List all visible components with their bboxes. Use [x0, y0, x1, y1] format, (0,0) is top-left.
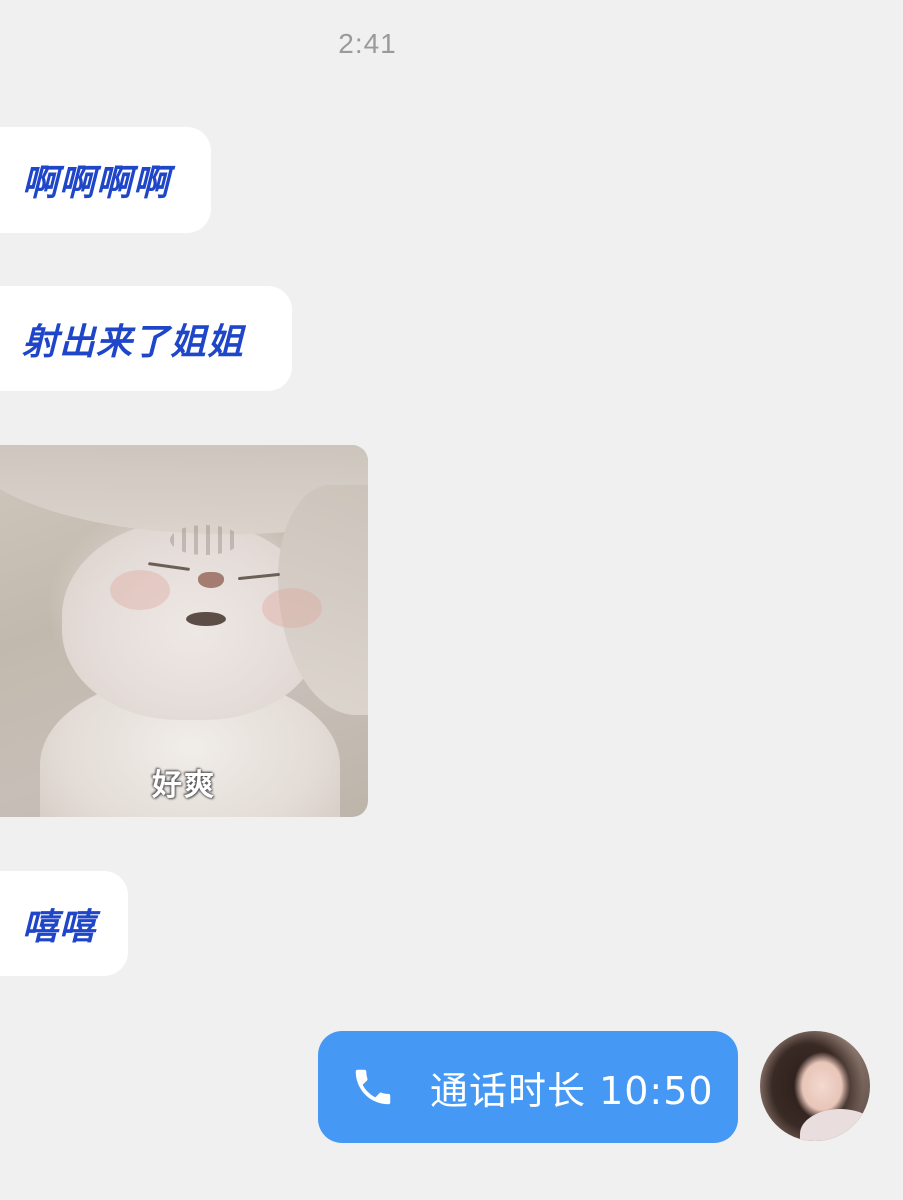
- incoming-message-bubble[interactable]: 射出来了姐姐: [0, 286, 292, 391]
- avatar[interactable]: [760, 1031, 870, 1141]
- call-record-bubble[interactable]: 通话时长 10:50: [318, 1031, 738, 1143]
- message-text: 射出来了姐姐: [22, 321, 245, 363]
- sticker-caption: 好爽: [152, 768, 216, 803]
- avatar-shirt: [800, 1109, 870, 1141]
- incoming-message-bubble[interactable]: 嘻嘻: [0, 871, 128, 976]
- sticker-cat-stripes: [170, 525, 240, 555]
- sticker-cat-nose: [198, 572, 224, 588]
- call-duration-text: 通话时长 10:50: [430, 1068, 714, 1113]
- chat-area[interactable]: 2:41 啊啊啊啊 射出来了姐姐 好爽 嘻嘻 通话时长 10:50: [0, 0, 903, 1200]
- phone-icon: [348, 1062, 398, 1112]
- sticker-cat-blush: [110, 570, 170, 610]
- sticker-cat-blush: [262, 588, 322, 628]
- message-timestamp: 2:41: [338, 28, 397, 59]
- message-text: 嘻嘻: [22, 906, 97, 948]
- sticker-cat-mouth: [186, 612, 226, 626]
- message-text: 啊啊啊啊: [22, 163, 171, 204]
- incoming-message-bubble[interactable]: 啊啊啊啊: [0, 127, 211, 233]
